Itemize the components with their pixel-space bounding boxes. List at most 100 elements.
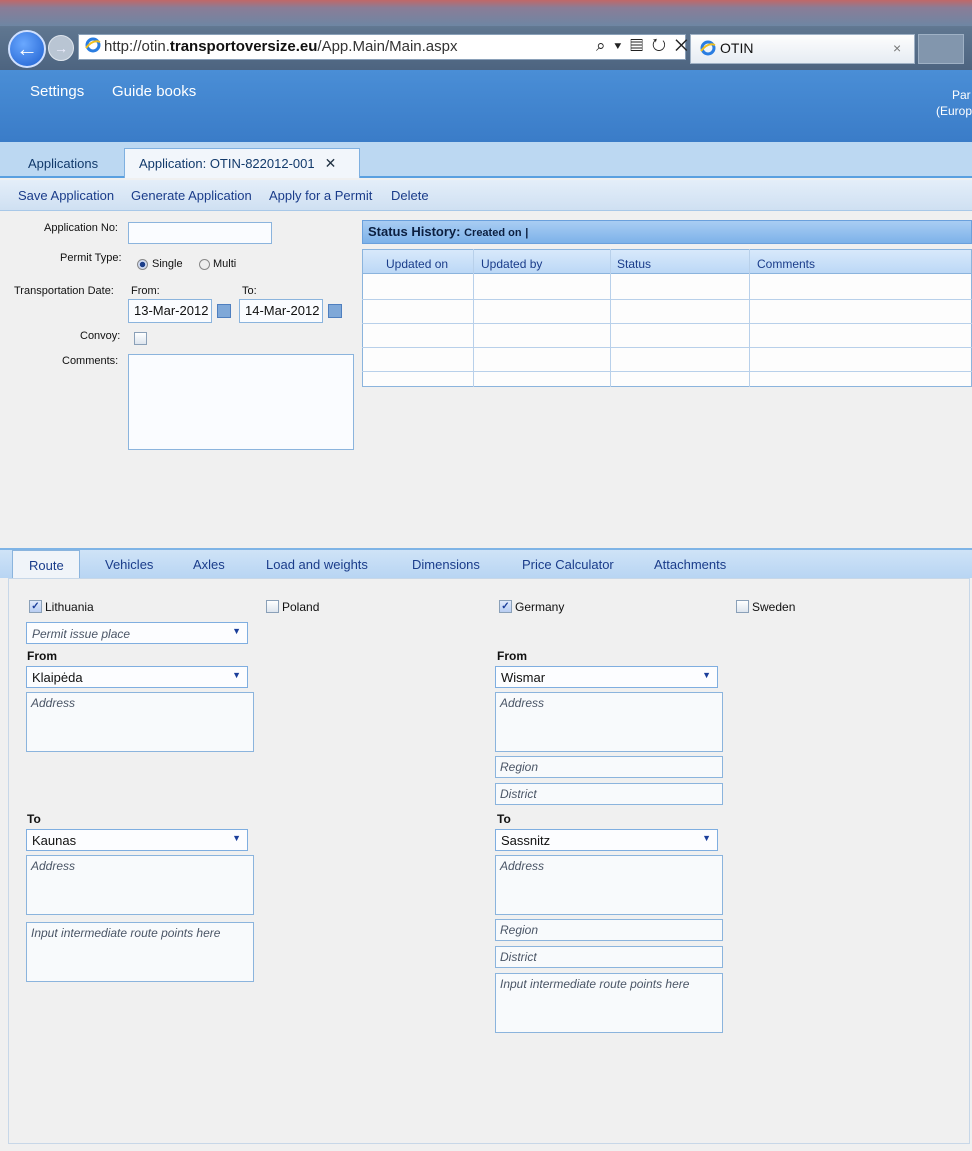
column-header[interactable]: Status	[617, 257, 651, 271]
back-button[interactable]: ←	[8, 30, 46, 68]
germany-to-value: Sassnitz	[501, 833, 551, 848]
url-prefix: http://otin.	[104, 38, 170, 55]
germany-from-select[interactable]: Wismar ▼	[495, 666, 718, 688]
lithuania-from-select[interactable]: Klaipėda ▼	[26, 666, 248, 688]
permit-single-radio[interactable]	[137, 259, 148, 270]
lithuania-from-value: Klaipėda	[32, 670, 83, 685]
from-section-label: From	[497, 649, 527, 663]
save-application-button[interactable]: Save Application	[18, 188, 114, 203]
forward-button[interactable]: →	[48, 35, 74, 61]
guide-books-link[interactable]: Guide books	[112, 83, 196, 100]
tab-price-calculator[interactable]: Price Calculator	[522, 557, 614, 572]
url-path: /App.Main/Main.aspx	[317, 38, 458, 55]
app-header	[0, 70, 972, 142]
grid-divider	[610, 249, 611, 387]
url-host: transportoversize.eu	[169, 38, 318, 55]
table-row	[362, 347, 972, 348]
to-date-label: To:	[242, 285, 257, 297]
column-header[interactable]: Updated on	[386, 257, 448, 271]
user-name: Par	[952, 88, 971, 102]
forward-arrow-icon: →	[54, 40, 68, 56]
status-history-title: Status History: Created on |	[368, 224, 528, 239]
chevron-down-icon: ▼	[232, 833, 241, 843]
comments-textarea[interactable]	[128, 354, 354, 450]
sweden-checkbox[interactable]	[736, 600, 749, 613]
lithuania-to-select[interactable]: Kaunas ▼	[26, 829, 248, 851]
lithuania-from-address[interactable]: Address	[26, 692, 254, 752]
germany-from-address[interactable]: Address	[495, 692, 723, 752]
germany-to-district[interactable]: District	[495, 946, 723, 968]
permit-issue-place-select[interactable]: Permit issue place ▼	[26, 622, 248, 644]
germany-to-region[interactable]: Region	[495, 919, 723, 941]
transport-date-label: Transportation Date:	[14, 285, 114, 297]
chevron-down-icon: ▼	[702, 670, 711, 680]
lithuania-label: Lithuania	[45, 600, 94, 614]
address-tools[interactable]: ⌕ ▾ ▤ ↻ ✕	[596, 36, 690, 56]
comments-label: Comments:	[62, 355, 119, 367]
tab-application-label: Application: OTIN-822012-001	[139, 156, 315, 171]
application-no-label: Application No:	[44, 222, 118, 234]
grid-header	[362, 249, 972, 274]
tab-load-and-weights[interactable]: Load and weights	[266, 557, 368, 572]
user-org: (Europ	[936, 104, 972, 118]
new-tab-button[interactable]	[918, 34, 964, 64]
tab-attachments[interactable]: Attachments	[654, 557, 726, 572]
from-section-label: From	[27, 649, 57, 663]
tab-axles[interactable]: Axles	[193, 557, 225, 572]
calendar-icon[interactable]	[217, 304, 231, 318]
germany-checkbox[interactable]: ✓	[499, 600, 512, 613]
germany-label: Germany	[515, 600, 565, 614]
separator: |	[525, 227, 529, 239]
chevron-down-icon: ▼	[702, 833, 711, 843]
settings-link[interactable]: Settings	[30, 83, 84, 100]
table-row	[362, 323, 972, 324]
poland-label: Poland	[282, 600, 320, 614]
close-icon[interactable]: ×	[893, 40, 901, 56]
to-section-label: To	[27, 812, 41, 826]
chevron-down-icon: ▼	[232, 626, 241, 636]
column-header[interactable]: Updated by	[481, 257, 542, 271]
calendar-icon[interactable]	[328, 304, 342, 318]
status-history-label: Status History:	[368, 224, 461, 239]
germany-to-address[interactable]: Address	[495, 855, 723, 915]
apply-for-permit-button[interactable]: Apply for a Permit	[269, 188, 372, 203]
table-row	[362, 371, 972, 372]
germany-from-district[interactable]: District	[495, 783, 723, 805]
table-row	[362, 299, 972, 300]
tab-dimensions[interactable]: Dimensions	[412, 557, 480, 572]
delete-button[interactable]: Delete	[391, 188, 429, 203]
column-header[interactable]: Comments	[757, 257, 815, 271]
convoy-label: Convoy:	[80, 330, 121, 342]
tab-route[interactable]: Route	[12, 550, 80, 578]
germany-intermediate-points[interactable]: Input intermediate route points here	[495, 973, 723, 1033]
tab-vehicles[interactable]: Vehicles	[105, 557, 153, 572]
to-date-input[interactable]: 14-Mar-2012	[239, 299, 323, 323]
lithuania-to-address[interactable]: Address	[26, 855, 254, 915]
lithuania-intermediate-points[interactable]: Input intermediate route points here	[26, 922, 254, 982]
convoy-checkbox[interactable]	[134, 332, 147, 345]
permit-issue-place-placeholder: Permit issue place	[32, 627, 131, 641]
application-no-input[interactable]	[128, 222, 272, 244]
tab-application-detail[interactable]: Application: OTIN-822012-001 ✕	[124, 148, 360, 178]
permit-multi-radio[interactable]	[199, 259, 210, 270]
created-on-label: Created on	[464, 227, 522, 239]
from-date-label: From:	[131, 285, 160, 297]
germany-from-value: Wismar	[501, 670, 546, 685]
germany-from-region[interactable]: Region	[495, 756, 723, 778]
back-arrow-icon: ←	[16, 36, 38, 61]
from-date-input[interactable]: 13-Mar-2012	[128, 299, 212, 323]
lithuania-checkbox[interactable]: ✓	[29, 600, 42, 613]
permit-type-label: Permit Type:	[60, 252, 122, 264]
poland-checkbox[interactable]	[266, 600, 279, 613]
close-icon[interactable]: ✕	[325, 155, 337, 172]
lithuania-to-value: Kaunas	[32, 833, 77, 848]
to-section-label: To	[497, 812, 511, 826]
ie-logo-icon	[85, 37, 101, 53]
address-url[interactable]: http://otin.transportoversize.eu/App.Mai…	[104, 38, 458, 55]
chevron-down-icon: ▼	[232, 670, 241, 680]
ie-tab-icon	[700, 40, 716, 56]
tab-applications[interactable]: Applications	[14, 148, 112, 178]
germany-to-select[interactable]: Sassnitz ▼	[495, 829, 718, 851]
grid-divider	[473, 249, 474, 387]
generate-application-button[interactable]: Generate Application	[131, 188, 252, 203]
